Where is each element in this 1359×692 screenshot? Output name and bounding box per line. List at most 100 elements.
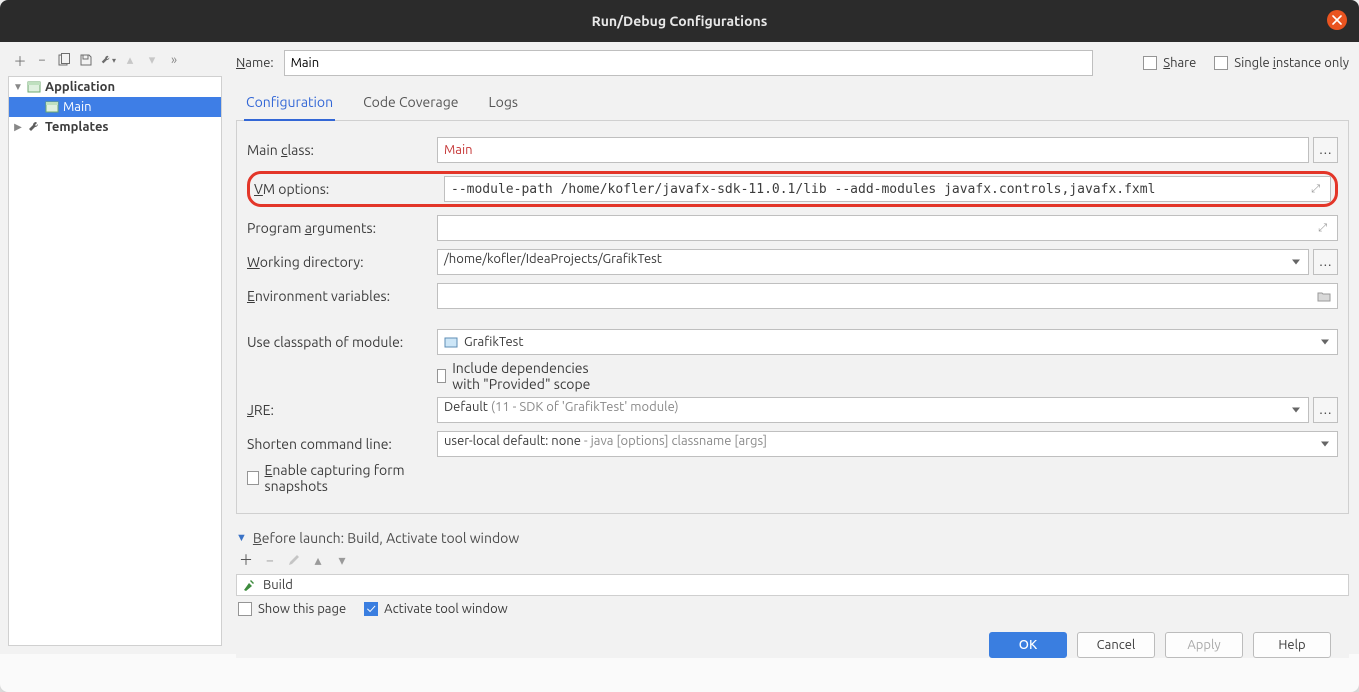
classpath-select[interactable]: GrafikTest [437, 329, 1338, 355]
add-task-button[interactable]: ＋ [238, 552, 254, 568]
env-vars-input[interactable] [437, 283, 1338, 309]
application-icon [45, 100, 59, 114]
before-launch-header[interactable]: ▼ Before launch: Build, Activate tool wi… [236, 530, 1349, 546]
config-tree[interactable]: ▼ Application Main ▶ Templates [8, 76, 222, 646]
shorten-value-prefix: user-local default: none [444, 434, 584, 448]
activate-tool-window-checkbox[interactable]: ✓ Activate tool window [364, 602, 508, 616]
working-dir-value: /home/kofler/IdeaProjects/GrafikTest [444, 252, 662, 266]
before-launch-section: ▼ Before launch: Build, Activate tool wi… [236, 530, 1349, 622]
browse-jre-button[interactable]: … [1313, 397, 1338, 423]
env-vars-label: Environment variables: [247, 288, 429, 304]
main-class-label: Main class: [247, 142, 429, 158]
checkbox-icon [437, 369, 446, 383]
build-task-label: Build [263, 578, 293, 592]
application-icon [27, 80, 41, 94]
checkbox-icon [247, 471, 259, 485]
run-debug-config-dialog: Run/Debug Configurations ＋ − ▾ ▴ ▾ [0, 0, 1359, 692]
jre-label: JRE: [247, 402, 429, 418]
jre-select[interactable]: Default (11 - SDK of 'GrafikTest' module… [437, 397, 1309, 423]
apply-button[interactable]: Apply [1165, 632, 1243, 658]
checkbox-icon [238, 602, 252, 616]
share-checkbox[interactable]: Share [1143, 56, 1196, 70]
edit-task-button[interactable] [286, 552, 302, 568]
help-button[interactable]: Help [1253, 632, 1331, 658]
tree-node-main[interactable]: Main [9, 97, 221, 117]
tree-node-templates[interactable]: ▶ Templates [9, 117, 221, 137]
shorten-cmd-label: Shorten command line: [247, 436, 429, 452]
sidebar: ＋ − ▾ ▴ ▾ » ▼ Application [0, 42, 226, 654]
ok-button[interactable]: OK [989, 632, 1067, 658]
include-provided-checkbox[interactable]: Include dependencies with "Provided" sco… [437, 360, 619, 392]
tabs: Configuration Code Coverage Logs [236, 86, 1349, 121]
save-icon [79, 53, 93, 67]
remove-config-button[interactable]: − [34, 52, 50, 68]
move-task-up[interactable]: ▴ [310, 552, 326, 568]
checkbox-icon [1214, 56, 1228, 70]
pencil-icon [288, 554, 300, 566]
include-provided-label: Include dependencies with "Provided" sco… [452, 360, 619, 392]
vm-options-highlight: VM options: --module-path /home/kofler/j… [247, 171, 1338, 207]
dialog-footer: OK Cancel Apply Help [236, 622, 1349, 658]
classpath-value: GrafikTest [464, 335, 523, 349]
close-button[interactable] [1327, 10, 1347, 30]
browse-main-class-button[interactable]: … [1313, 137, 1338, 163]
single-instance-checkbox[interactable]: Single instance only [1214, 56, 1349, 70]
browse-working-dir-button[interactable]: … [1313, 249, 1338, 275]
working-dir-label: Working directory: [247, 254, 429, 270]
move-down-button[interactable]: ▾ [144, 52, 160, 68]
name-input[interactable] [284, 50, 1094, 76]
browse-env-icon[interactable] [1317, 289, 1331, 303]
tab-logs[interactable]: Logs [487, 86, 520, 120]
expand-icon: ▶ [13, 121, 23, 133]
tree-label-application: Application [45, 80, 115, 94]
add-config-button[interactable]: ＋ [12, 52, 28, 68]
remove-task-button[interactable]: − [262, 552, 278, 568]
checkbox-checked-icon: ✓ [364, 602, 378, 616]
expand-icon[interactable]: ⤢ [1311, 182, 1324, 196]
before-launch-toolbar: ＋ − ▴ ▾ [236, 546, 1349, 574]
expand-toolbar[interactable]: » [166, 52, 182, 68]
move-task-down[interactable]: ▾ [334, 552, 350, 568]
tree-label-main: Main [63, 100, 92, 114]
copy-config-button[interactable] [56, 52, 72, 68]
window-title: Run/Debug Configurations [592, 13, 768, 29]
show-this-page-label: Show this page [258, 602, 346, 616]
shorten-cmd-select[interactable]: user-local default: none - java [options… [437, 431, 1338, 457]
vm-options-input[interactable]: --module-path /home/kofler/javafx-sdk-11… [444, 176, 1331, 202]
checkbox-icon [1143, 56, 1157, 70]
hammer-icon [243, 578, 257, 592]
module-icon [444, 335, 458, 349]
tree-node-application[interactable]: ▼ Application [9, 77, 221, 97]
cancel-button[interactable]: Cancel [1077, 632, 1155, 658]
before-launch-list[interactable]: Build [236, 574, 1349, 596]
edit-defaults-button[interactable]: ▾ [100, 52, 116, 68]
titlebar: Run/Debug Configurations [0, 0, 1359, 42]
vm-options-value: --module-path /home/kofler/javafx-sdk-11… [451, 182, 1155, 197]
close-icon [1332, 15, 1342, 25]
tab-configuration[interactable]: Configuration [244, 86, 335, 121]
move-up-button[interactable]: ▴ [122, 52, 138, 68]
program-args-label: Program arguments: [247, 220, 429, 236]
collapse-icon: ▼ [13, 81, 23, 93]
shorten-value-detail: - java [options] classname [args] [584, 434, 767, 448]
main-class-input[interactable] [437, 137, 1309, 163]
wrench-icon [27, 120, 41, 134]
save-config-button[interactable] [78, 52, 94, 68]
show-this-page-checkbox[interactable]: Show this page [238, 602, 346, 616]
name-label: Name: [236, 56, 274, 70]
collapse-icon: ▼ [236, 532, 247, 544]
activate-tool-window-label: Activate tool window [384, 602, 508, 616]
config-toolbar: ＋ − ▾ ▴ ▾ » [8, 50, 222, 76]
program-args-input[interactable]: ⤢ [437, 215, 1338, 241]
enable-snapshots-checkbox[interactable]: Enable capturing form snapshots [247, 462, 429, 494]
jre-value-detail: (11 - SDK of 'GrafikTest' module) [491, 400, 679, 414]
content-pane: Name: Share Single instance only Configu… [226, 42, 1359, 654]
tab-code-coverage[interactable]: Code Coverage [361, 86, 460, 120]
tree-label-templates: Templates [45, 120, 109, 134]
configuration-panel: Main class: … VM options: --module-path … [236, 121, 1349, 514]
expand-icon[interactable]: ⤢ [1318, 222, 1331, 235]
working-dir-input[interactable]: /home/kofler/IdeaProjects/GrafikTest [437, 249, 1309, 275]
classpath-label: Use classpath of module: [247, 334, 429, 350]
wrench-icon [100, 53, 112, 67]
vm-options-label: VM options: [254, 181, 436, 197]
